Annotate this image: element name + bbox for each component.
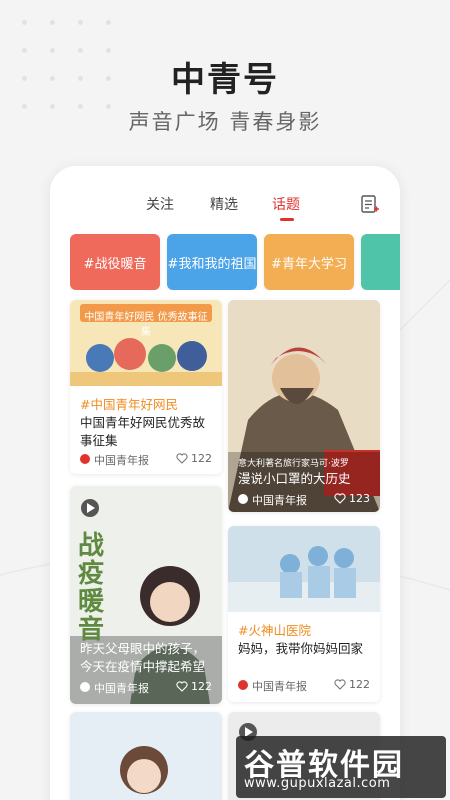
- tab-bar: 关注 精选 话题: [50, 194, 400, 224]
- card-footer: 中国青年报 122: [238, 678, 370, 694]
- feed-card-netizen[interactable]: 中国青年好网民 优秀故事征集 #中国青年好网民 中国青年好网民优秀故事征集 中国…: [70, 300, 222, 474]
- card-source: 中国青年报: [94, 454, 149, 467]
- card-source: 中国青年报: [94, 682, 149, 695]
- topic-chip-4[interactable]: 图: [361, 234, 400, 290]
- phone-screen: 关注 精选 话题 #战役暖音 #我和我的祖国 #青年大学习 图 中国青年好网民 …: [50, 166, 400, 800]
- decorative-dot: [22, 20, 27, 25]
- watermark-logo: 谷普软件园 www.gupuxlazal.com: [236, 736, 446, 798]
- tab-follow[interactable]: 关注: [146, 194, 174, 214]
- active-tab-indicator: [280, 218, 294, 221]
- source-logo-icon: [238, 680, 248, 690]
- like-count: 123: [349, 492, 370, 505]
- like-button[interactable]: 122: [176, 452, 212, 465]
- tab-featured[interactable]: 精选: [210, 194, 238, 214]
- card-title: 中国青年好网民优秀故事征集: [80, 415, 206, 448]
- card-image-caption: 意大利著名旅行家马可·波罗: [238, 459, 349, 469]
- topic-chip-2[interactable]: #我和我的祖国: [167, 234, 257, 290]
- source-logo-icon: [80, 682, 90, 692]
- topic-chip-3[interactable]: #青年大学习: [264, 234, 354, 290]
- decorative-dot: [78, 20, 83, 25]
- source-logo-icon: [80, 454, 90, 464]
- like-count: 122: [191, 452, 212, 465]
- like-count: 122: [191, 680, 212, 693]
- watermark-url: www.gupuxlazal.com: [244, 776, 391, 791]
- feed-card-huoshenshan[interactable]: #火神山医院 妈妈，我带你妈妈回家 中国青年报 122: [228, 526, 380, 702]
- topic-chip-1[interactable]: #战役暖音: [70, 234, 160, 290]
- card-footer: 中国青年报 123: [238, 492, 370, 508]
- card-source: 中国青年报: [252, 680, 307, 693]
- card-title: 昨天父母眼中的孩子，今天在疫情中撑起希望: [80, 641, 206, 674]
- page-subtitle: 声音广场 青春身影: [128, 110, 322, 134]
- heart-icon: [176, 453, 188, 464]
- page-title: 中青号: [171, 60, 279, 100]
- card-title: 漫说小口罩的大历史: [238, 471, 351, 486]
- card-title: 妈妈，我带你妈妈回家: [238, 641, 364, 656]
- card-image-partial-left: [70, 712, 222, 800]
- list-edit-icon[interactable]: [360, 194, 380, 214]
- feed-card-mask-history[interactable]: 意大利著名旅行家马可·波罗 漫说小口罩的大历史 中国青年报 123: [228, 300, 380, 512]
- heart-icon: [176, 681, 188, 692]
- feed-card-warm-voice[interactable]: 战疫暖音 昨天父母眼中的孩子，今天在疫情中撑起希望 中国青年报 122: [70, 486, 222, 704]
- feed-card-partial-left[interactable]: [70, 712, 222, 800]
- decorative-dot: [50, 20, 55, 25]
- topic-chip-row: #战役暖音 #我和我的祖国 #青年大学习 图: [70, 234, 400, 290]
- heart-icon: [334, 679, 346, 690]
- card-footer: 中国青年报 122: [80, 452, 212, 468]
- like-button[interactable]: 122: [334, 678, 370, 691]
- source-logo-icon: [238, 494, 248, 504]
- card-tag[interactable]: #火神山医院: [238, 620, 311, 639]
- like-button[interactable]: 123: [334, 492, 370, 505]
- card-tag[interactable]: #中国青年好网民: [80, 394, 178, 413]
- card-image-huoshenshan: [228, 526, 380, 612]
- card-image-caption: 战疫暖音: [78, 531, 105, 645]
- tab-topics[interactable]: 话题: [272, 194, 300, 214]
- card-image-caption: 中国青年好网民 优秀故事征集: [84, 312, 208, 338]
- decorative-dot: [106, 20, 111, 25]
- heart-icon: [334, 493, 346, 504]
- like-count: 122: [349, 678, 370, 691]
- like-button[interactable]: 122: [176, 680, 212, 693]
- card-source: 中国青年报: [252, 494, 307, 507]
- card-footer: 中国青年报 122: [80, 680, 212, 696]
